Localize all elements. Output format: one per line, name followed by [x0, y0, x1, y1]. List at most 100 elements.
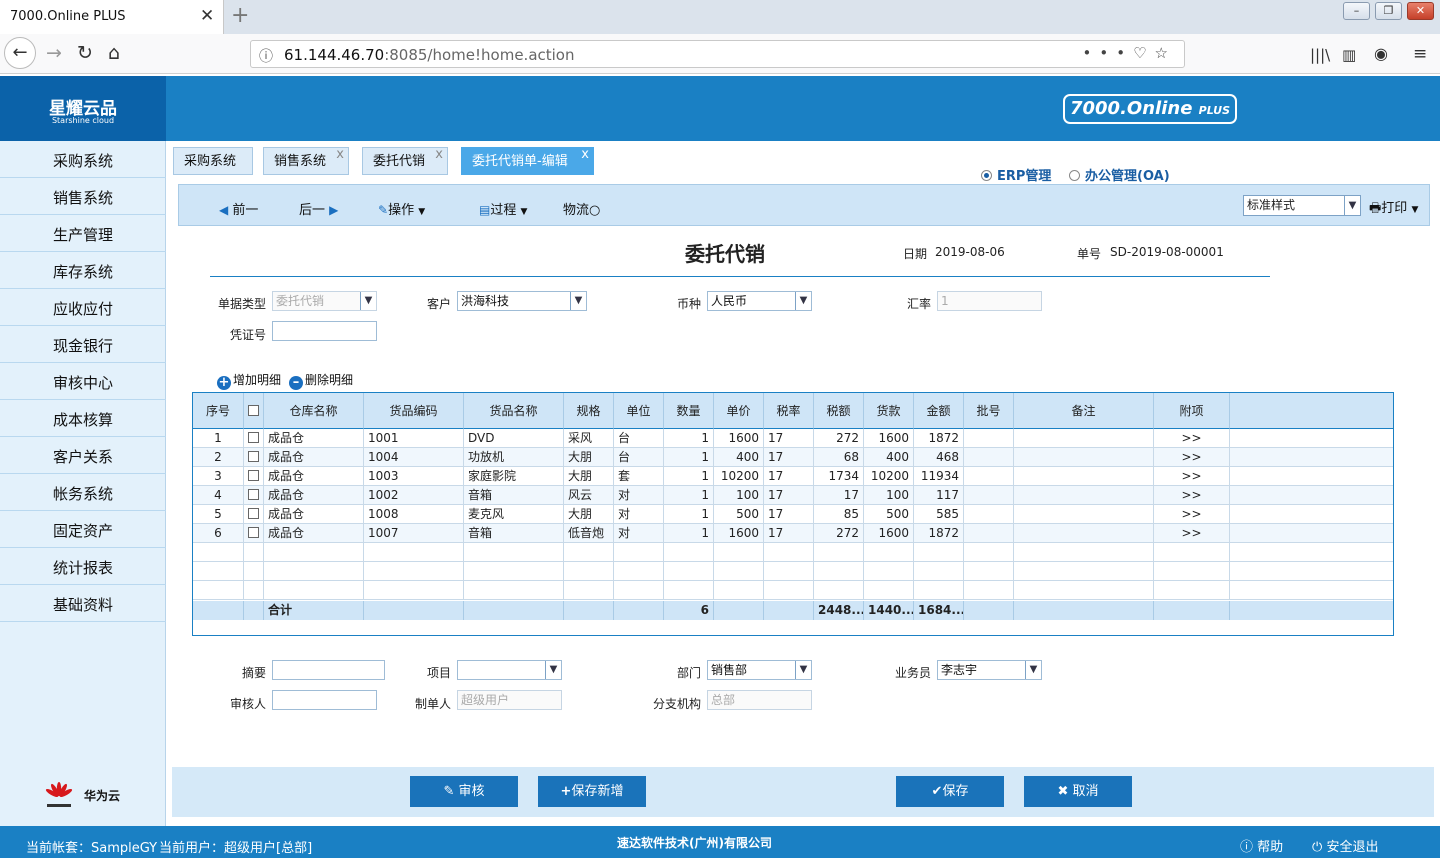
table-cell-attach[interactable]: >> [1154, 486, 1230, 505]
table-cell-item-name[interactable]: 家庭影院 [464, 467, 564, 486]
column-header-check[interactable] [244, 393, 264, 429]
chevron-down-icon[interactable]: ▼ [1025, 661, 1041, 679]
project-select[interactable]: ▼ [457, 660, 562, 680]
chevron-down-icon[interactable]: ▼ [570, 292, 586, 310]
table-cell-attach[interactable]: >> [1154, 505, 1230, 524]
table-cell-amount[interactable]: 11934 [914, 467, 964, 486]
table-cell-seq[interactable]: 5 [193, 505, 244, 524]
table-cell-goods[interactable]: 100 [864, 486, 914, 505]
sidebar-item-production[interactable]: 生产管理 [0, 215, 166, 252]
sidebar-item-basedata[interactable]: 基础资料 [0, 585, 166, 622]
sidebar-item-sales[interactable]: 销售系统 [0, 178, 166, 215]
table-cell-remark[interactable] [1014, 505, 1154, 524]
table-cell-batch[interactable] [964, 448, 1014, 467]
table-cell-batch[interactable] [964, 486, 1014, 505]
table-cell-check[interactable] [244, 448, 264, 467]
table-cell-item-name[interactable]: 麦克风 [464, 505, 564, 524]
table-cell-spec[interactable]: 大朋 [564, 448, 614, 467]
table-cell-amount[interactable]: 117 [914, 486, 964, 505]
reviewer-input[interactable] [272, 690, 377, 710]
table-cell-unit[interactable]: 套 [614, 467, 664, 486]
review-button[interactable]: ✎ 审核 [410, 776, 518, 807]
select-all-checkbox[interactable] [248, 405, 259, 416]
table-cell-blank[interactable] [1230, 448, 1393, 467]
table-cell-tax-rate[interactable]: 17 [764, 467, 814, 486]
tab-sales[interactable]: 销售系统 x [263, 147, 349, 175]
table-cell-blank[interactable] [1230, 486, 1393, 505]
table-cell-tax-rate[interactable]: 17 [764, 505, 814, 524]
table-cell-batch[interactable] [964, 429, 1014, 448]
table-cell-price[interactable]: 1600 [714, 524, 764, 543]
mode-oa-radio[interactable]: 办公管理(OA) [1069, 165, 1170, 184]
table-cell-qty[interactable]: 1 [664, 486, 714, 505]
table-cell-seq[interactable]: 3 [193, 467, 244, 486]
tab-purchase[interactable]: 采购系统 [173, 147, 253, 175]
site-info-icon[interactable]: ⓘ [259, 46, 273, 66]
more-icon[interactable]: ••• [1083, 44, 1134, 62]
salesman-select[interactable]: 李志宇 ▼ [937, 660, 1042, 680]
table-cell-price[interactable]: 1600 [714, 429, 764, 448]
table-cell-qty[interactable]: 1 [664, 448, 714, 467]
table-cell-item-code[interactable]: 1002 [364, 486, 464, 505]
table-cell-batch[interactable] [964, 505, 1014, 524]
table-cell-check[interactable] [244, 486, 264, 505]
row-checkbox[interactable] [248, 470, 259, 481]
table-cell-tax[interactable]: 85 [814, 505, 864, 524]
print-button[interactable]: 🖶打印 ▼ [1369, 197, 1418, 221]
table-cell-goods[interactable]: 500 [864, 505, 914, 524]
table-cell-item-code[interactable]: 1001 [364, 429, 464, 448]
table-cell-goods[interactable]: 1600 [864, 524, 914, 543]
table-cell-item-code[interactable]: 1007 [364, 524, 464, 543]
chevron-down-icon[interactable]: ▼ [1344, 196, 1360, 215]
table-cell-amount[interactable]: 468 [914, 448, 964, 467]
table-cell-item-code[interactable]: 1004 [364, 448, 464, 467]
table-cell-remark[interactable] [1014, 448, 1154, 467]
table-cell-tax[interactable]: 272 [814, 429, 864, 448]
chevron-down-icon[interactable]: ▼ [795, 661, 811, 679]
table-cell-blank[interactable] [1230, 524, 1393, 543]
table-cell-tax-rate[interactable]: 17 [764, 429, 814, 448]
table-cell-spec[interactable]: 风云 [564, 486, 614, 505]
sidebar-item-purchase[interactable]: 采购系统 [0, 141, 166, 178]
table-cell-attach[interactable]: >> [1154, 448, 1230, 467]
menu-icon[interactable]: ≡ [1413, 43, 1427, 65]
new-tab-icon[interactable]: + [231, 3, 249, 28]
table-cell-remark[interactable] [1014, 486, 1154, 505]
account-icon[interactable]: ◉ [1374, 43, 1388, 65]
table-cell-item-name[interactable]: DVD [464, 429, 564, 448]
help-link[interactable]: ⓘ 帮助 [1240, 836, 1283, 855]
table-cell-warehouse[interactable]: 成品仓 [264, 505, 364, 524]
sidebar-item-reports[interactable]: 统计报表 [0, 548, 166, 585]
table-cell-tax[interactable]: 17 [814, 486, 864, 505]
table-cell-qty[interactable]: 1 [664, 467, 714, 486]
table-cell-check[interactable] [244, 524, 264, 543]
table-cell-price[interactable]: 500 [714, 505, 764, 524]
chevron-down-icon[interactable]: ▼ [795, 292, 811, 310]
doc-type-select[interactable]: 委托代销 ▼ [272, 291, 377, 311]
table-cell-check[interactable] [244, 429, 264, 448]
table-cell-price[interactable]: 10200 [714, 467, 764, 486]
table-cell-unit[interactable]: 对 [614, 505, 664, 524]
home-icon[interactable]: ⌂ [108, 42, 120, 64]
table-cell-tax[interactable]: 272 [814, 524, 864, 543]
logistics-button[interactable]: 物流○ [563, 199, 600, 218]
table-cell-tax[interactable]: 68 [814, 448, 864, 467]
url-bar[interactable]: ⓘ 61.144.46.70:8085/home!home.action •••… [250, 40, 1185, 68]
table-cell-item-code[interactable]: 1003 [364, 467, 464, 486]
table-cell-remark[interactable] [1014, 429, 1154, 448]
close-tab-icon[interactable]: x [336, 141, 344, 168]
table-cell-unit[interactable]: 对 [614, 486, 664, 505]
chevron-down-icon[interactable]: ▼ [360, 292, 376, 310]
tab-consignment[interactable]: 委托代销 x [362, 147, 448, 175]
sidebar-item-crm[interactable]: 客户关系 [0, 437, 166, 474]
table-cell-attach[interactable]: >> [1154, 467, 1230, 486]
table-cell-attach[interactable]: >> [1154, 429, 1230, 448]
restore-window-button[interactable]: ❐ [1375, 2, 1402, 20]
table-cell-unit[interactable]: 台 [614, 429, 664, 448]
sidebar-item-inventory[interactable]: 库存系统 [0, 252, 166, 289]
table-cell-warehouse[interactable]: 成品仓 [264, 524, 364, 543]
close-tab-icon[interactable]: x [581, 141, 589, 168]
table-cell-qty[interactable]: 1 [664, 524, 714, 543]
table-cell-amount[interactable]: 585 [914, 505, 964, 524]
table-cell-item-name[interactable]: 音箱 [464, 524, 564, 543]
